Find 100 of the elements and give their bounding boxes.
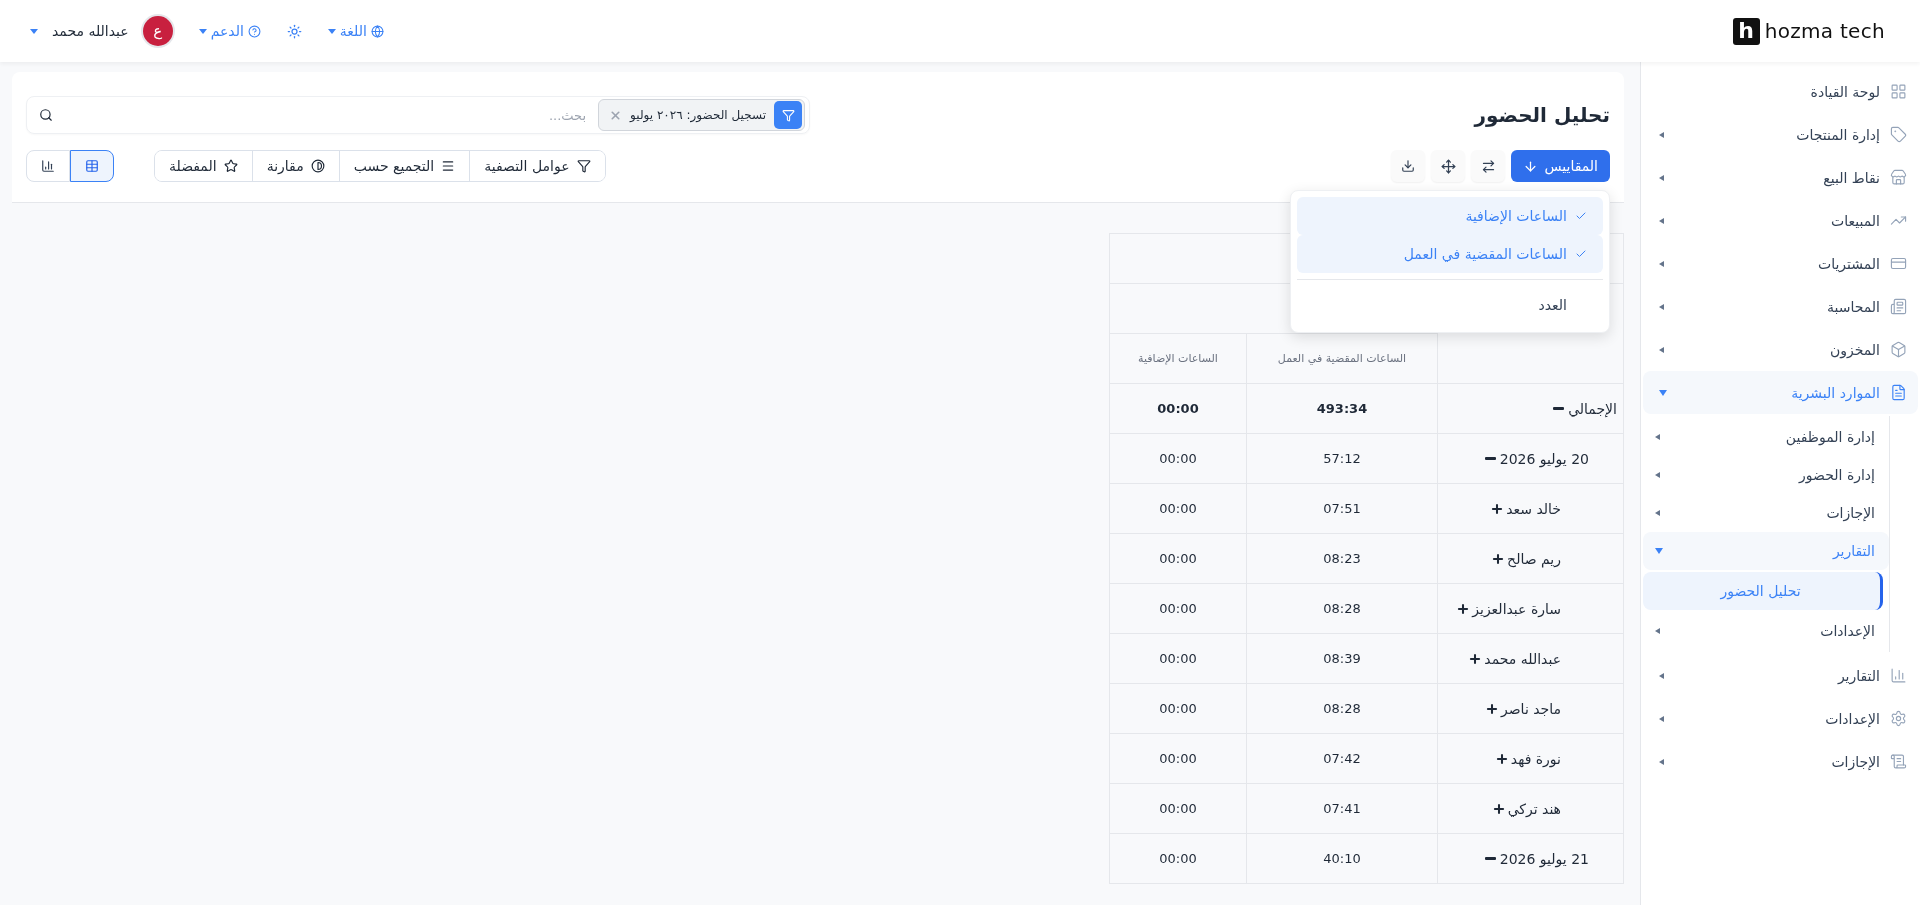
table-view-button[interactable] — [70, 150, 114, 182]
filter-icon — [781, 108, 795, 122]
move-button[interactable] — [1431, 150, 1466, 182]
sidebar-item[interactable]: المخزون — [1643, 328, 1918, 371]
download-button[interactable] — [1391, 150, 1426, 182]
expand-icon — [1491, 551, 1506, 566]
sidebar-item[interactable]: الإجازات — [1643, 740, 1918, 783]
sidebar-item[interactable]: التقارير — [1643, 532, 1889, 570]
swap-icon — [1480, 158, 1496, 174]
sidebar-item[interactable]: التقارير — [1643, 654, 1918, 697]
sidebar-item[interactable]: إدارة المنتجات — [1643, 113, 1918, 156]
table-cell: 08:28 — [1246, 683, 1438, 734]
row-header[interactable]: 20 يوليو 2026 — [1482, 450, 1589, 467]
table-cell: 00:00 — [1109, 583, 1247, 634]
sidebar-item[interactable]: الإجازات — [1643, 494, 1889, 532]
language-menu[interactable]: اللغة — [327, 23, 384, 39]
caret-icon — [1659, 389, 1667, 396]
toolbar-button[interactable]: عوامل التصفية — [469, 151, 605, 181]
menu-item-icon — [1890, 83, 1907, 100]
table-cell: 00:00 — [1109, 383, 1247, 434]
chart-view-button[interactable] — [26, 150, 70, 182]
column-header: الساعات المقضية في العمل — [1246, 333, 1438, 384]
search-icon — [39, 108, 53, 122]
row-header[interactable]: سارة عبدالعزيز — [1456, 600, 1561, 617]
sidebar-item[interactable]: الإعدادات — [1643, 697, 1918, 740]
expand-icon — [1491, 801, 1506, 816]
expand-icon — [1485, 701, 1499, 716]
sidebar-item[interactable]: إدارة الموظفين — [1643, 418, 1889, 456]
search-field[interactable]: تسجيل الحضور: ٢٠٢٦ يوليو بحث... — [26, 96, 810, 134]
download-icon — [1401, 159, 1416, 173]
caret-icon — [1655, 434, 1660, 440]
user-menu[interactable]: عبدالله محمد — [30, 23, 129, 39]
row-header[interactable]: خالد سعد — [1490, 500, 1561, 517]
menu-icon — [441, 159, 456, 173]
menu-item-icon — [1890, 753, 1907, 770]
caret-icon — [1659, 131, 1664, 138]
swap-button[interactable] — [1471, 150, 1506, 182]
caret-icon — [1659, 174, 1664, 181]
table-cell: 40:10 — [1246, 833, 1438, 884]
sidebar-item[interactable]: المحاسبة — [1643, 285, 1918, 328]
table-cell: 00:00 — [1109, 683, 1247, 734]
row-header[interactable]: 21 يوليو 2026 — [1482, 850, 1589, 867]
check-icon — [1575, 210, 1587, 222]
expand-icon — [1468, 651, 1483, 666]
caret-icon — [1655, 510, 1660, 516]
row-header[interactable]: عبدالله محمد — [1468, 650, 1561, 667]
menu-item[interactable]: العدد — [1297, 286, 1603, 324]
theme-toggle-icon[interactable] — [286, 23, 302, 39]
sidebar-item[interactable]: الموارد البشرية — [1643, 371, 1918, 414]
caret-icon — [198, 28, 207, 34]
caret-icon — [30, 28, 38, 34]
table-cell: 57:12 — [1246, 433, 1438, 484]
table-cell: 08:28 — [1246, 583, 1438, 634]
table-cell: 07:42 — [1246, 733, 1438, 784]
sidebar-item[interactable]: لوحة القيادة — [1643, 70, 1918, 113]
caret-icon — [1659, 715, 1664, 722]
table-cell: 07:41 — [1246, 783, 1438, 834]
menu-item-icon — [1890, 126, 1907, 143]
user-avatar[interactable]: ع — [142, 16, 173, 46]
menu-item-icon — [1890, 255, 1907, 272]
row-header[interactable]: ماجد ناصر — [1485, 700, 1561, 717]
caret-icon — [1659, 303, 1664, 310]
menu-item-icon — [1890, 667, 1907, 684]
sidebar-item[interactable]: المشتريات — [1643, 242, 1918, 285]
row-header[interactable]: نورة فهد — [1494, 750, 1561, 767]
move-icon — [1440, 158, 1456, 174]
help-icon — [247, 24, 261, 38]
measures-button[interactable]: المقاييس — [1511, 150, 1610, 182]
row-header[interactable]: ريم صالح — [1491, 550, 1561, 567]
bar-chart-icon — [41, 159, 55, 173]
caret-icon — [1659, 758, 1664, 765]
collapse-icon — [1553, 407, 1565, 410]
expand-icon — [1490, 501, 1505, 516]
caret-icon — [1655, 628, 1660, 634]
sidebar-item[interactable]: المبيعات — [1643, 199, 1918, 242]
star-icon — [223, 159, 238, 173]
arrow-down-icon — [1523, 158, 1539, 174]
caret-icon — [1659, 217, 1664, 224]
filter-icon — [576, 159, 591, 173]
menu-item-icon — [1890, 384, 1907, 401]
table-cell: 00:00 — [1109, 633, 1247, 684]
sidebar-item[interactable]: إدارة الحضور — [1643, 456, 1889, 494]
logo: h hozma tech — [1732, 17, 1885, 45]
menu-item-icon — [1890, 169, 1907, 186]
expand-icon — [1494, 751, 1509, 766]
row-header[interactable]: هند تركي — [1491, 800, 1561, 817]
table-cell: 00:00 — [1109, 483, 1247, 534]
caret-icon — [1659, 260, 1664, 267]
sidebar-item[interactable]: نقاط البيع — [1643, 156, 1918, 199]
support-menu[interactable]: الدعم — [198, 23, 261, 39]
table-cell: 00:00 — [1109, 433, 1247, 484]
filter-facet[interactable]: تسجيل الحضور: ٢٠٢٦ يوليو — [598, 99, 805, 131]
table-cell: 08:39 — [1246, 633, 1438, 684]
sidebar-item[interactable]: الإعدادات — [1643, 612, 1889, 650]
menu-item-icon — [1890, 341, 1907, 358]
expand-icon — [1456, 601, 1471, 616]
caret-icon — [1659, 346, 1664, 353]
menu-item-icon — [1890, 710, 1907, 727]
row-header[interactable]: الإجمالي — [1551, 400, 1617, 417]
collapse-icon — [1484, 857, 1496, 860]
